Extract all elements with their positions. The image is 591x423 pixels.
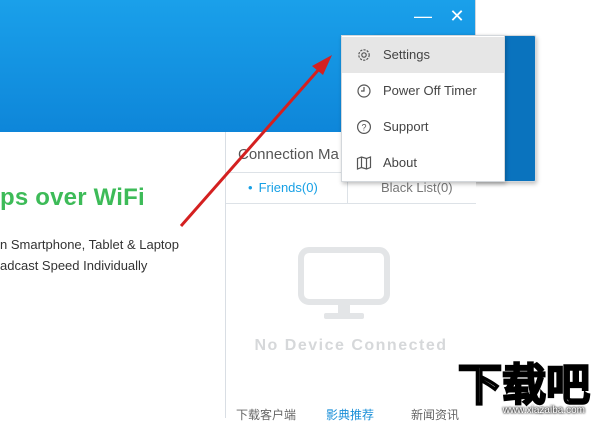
watermark-url: www.xiazaiba.com	[502, 405, 585, 416]
watermark: 下载吧 www.xiazaiba.com	[456, 356, 591, 418]
svg-text:下载吧: 下载吧	[458, 360, 590, 411]
